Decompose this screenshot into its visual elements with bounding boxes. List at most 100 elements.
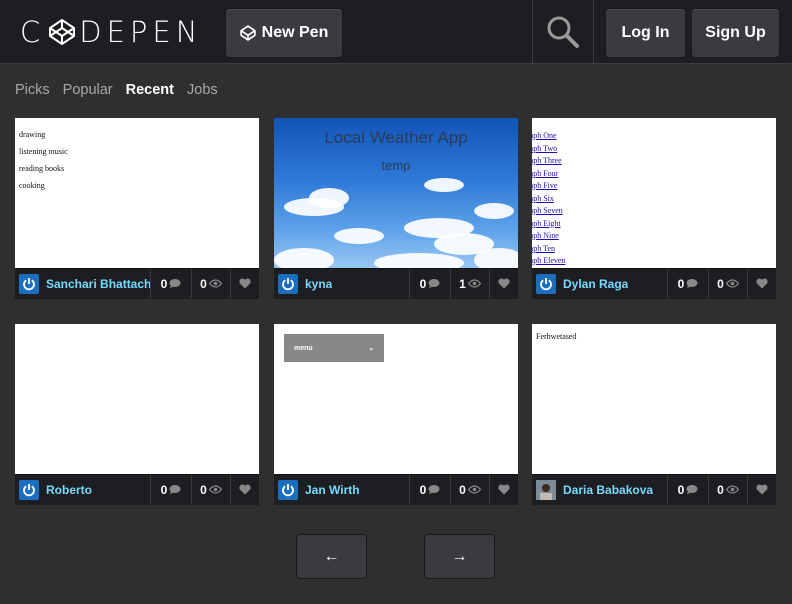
comments-count[interactable]: 0 bbox=[150, 475, 191, 504]
heart-button[interactable] bbox=[489, 269, 518, 298]
cloud-shape bbox=[274, 248, 334, 268]
pen-preview[interactable]: menu ⌄ bbox=[274, 324, 518, 474]
views-count: 0 bbox=[191, 475, 230, 504]
eye-icon bbox=[467, 485, 481, 494]
pen-author[interactable]: Jan Wirth bbox=[274, 475, 409, 504]
tab-picks[interactable]: Picks bbox=[15, 82, 50, 98]
views-value: 0 bbox=[200, 482, 207, 497]
views-value: 0 bbox=[717, 276, 724, 291]
heart-icon bbox=[756, 484, 768, 495]
pen-preview[interactable]: raph One raph Two raph Three raph Four r… bbox=[532, 118, 776, 268]
views-count: 0 bbox=[708, 475, 747, 504]
pen-filter-tabs: Picks Popular Recent Jobs bbox=[15, 82, 231, 98]
heart-button[interactable] bbox=[230, 475, 259, 504]
views-value: 0 bbox=[717, 482, 724, 497]
eye-icon bbox=[725, 279, 739, 288]
preview-link[interactable]: raph Ten bbox=[532, 243, 776, 256]
comments-count[interactable]: 0 bbox=[150, 269, 191, 298]
author-name: Sanchari Bhattacharya bbox=[46, 276, 150, 291]
heart-button[interactable] bbox=[489, 475, 518, 504]
views-value: 0 bbox=[459, 482, 466, 497]
preview-link[interactable]: raph Eleven bbox=[532, 255, 776, 268]
eye-icon bbox=[208, 279, 222, 288]
preview-link[interactable]: raph Eight bbox=[532, 218, 776, 231]
new-pen-button[interactable]: New Pen bbox=[225, 8, 343, 58]
pen-preview[interactable] bbox=[15, 324, 259, 474]
tab-recent[interactable]: Recent bbox=[126, 82, 174, 98]
heart-button[interactable] bbox=[747, 269, 776, 298]
pen-meta: kyna 0 1 bbox=[274, 268, 518, 298]
search-icon bbox=[547, 16, 579, 48]
tab-popular[interactable]: Popular bbox=[63, 82, 113, 98]
power-icon bbox=[540, 277, 552, 290]
heart-icon bbox=[756, 278, 768, 289]
preview-list: drawing listening music reading books co… bbox=[15, 118, 259, 202]
comments-value: 0 bbox=[419, 276, 427, 291]
preview-text: Ferhwetased bbox=[536, 332, 577, 341]
comments-value: 0 bbox=[677, 276, 685, 291]
preview-link[interactable]: raph Three bbox=[532, 155, 776, 168]
arrow-right-icon: → bbox=[451, 547, 468, 565]
prev-page-button[interactable]: ← bbox=[296, 534, 367, 579]
avatar bbox=[19, 479, 39, 500]
pen-meta: Roberto 0 0 bbox=[15, 474, 259, 504]
power-icon bbox=[23, 277, 35, 290]
search-button[interactable] bbox=[532, 0, 594, 64]
preview-link[interactable]: raph Nine bbox=[532, 230, 776, 243]
pen-card: raph One raph Two raph Three raph Four r… bbox=[532, 118, 776, 299]
views-count: 1 bbox=[450, 269, 489, 298]
codepen-box-icon bbox=[239, 25, 256, 41]
new-pen-label: New Pen bbox=[261, 24, 329, 41]
preview-link[interactable]: raph One bbox=[532, 130, 776, 143]
heart-button[interactable] bbox=[747, 475, 776, 504]
tab-jobs[interactable]: Jobs bbox=[187, 82, 218, 98]
pen-preview[interactable]: Local Weather App temp bbox=[274, 118, 518, 268]
weather-title: Local Weather App bbox=[324, 128, 468, 147]
comments-count[interactable]: 0 bbox=[409, 269, 450, 298]
heart-button[interactable] bbox=[230, 269, 259, 298]
weather-temp: temp bbox=[381, 158, 411, 173]
views-count: 0 bbox=[450, 475, 489, 504]
next-page-button[interactable]: → bbox=[424, 534, 495, 579]
pen-preview[interactable]: drawing listening music reading books co… bbox=[15, 118, 259, 268]
login-button[interactable]: Log In bbox=[605, 8, 686, 58]
comments-count[interactable]: 0 bbox=[667, 475, 708, 504]
logo-letters-depen: DEPEN bbox=[79, 15, 203, 49]
comments-count[interactable]: 0 bbox=[409, 475, 450, 504]
avatar bbox=[536, 273, 556, 294]
pen-meta: Dylan Raga 0 0 bbox=[532, 268, 776, 298]
pen-meta: Sanchari Bhattacharya 0 0 bbox=[15, 268, 259, 298]
signup-button[interactable]: Sign Up bbox=[691, 8, 780, 58]
preview-link[interactable]: raph Five bbox=[532, 180, 776, 193]
power-icon bbox=[282, 277, 294, 290]
avatar bbox=[278, 273, 298, 294]
comments-value: 0 bbox=[160, 482, 168, 497]
author-name: Roberto bbox=[46, 482, 92, 497]
preview-link[interactable]: raph Two bbox=[532, 143, 776, 156]
pen-author[interactable]: Sanchari Bhattacharya bbox=[15, 269, 150, 298]
user-photo-icon bbox=[536, 479, 556, 500]
preview-link[interactable]: raph Seven bbox=[532, 205, 776, 218]
pen-author[interactable]: Daria Babakova bbox=[532, 475, 667, 504]
cloud-shape bbox=[474, 248, 518, 268]
pen-author[interactable]: kyna bbox=[274, 269, 409, 298]
menu-label: menu bbox=[294, 344, 313, 352]
heart-icon bbox=[498, 484, 510, 495]
codepen-logo[interactable]: C DEPEN bbox=[20, 15, 203, 49]
comment-icon bbox=[428, 485, 440, 495]
pen-card: drawing listening music reading books co… bbox=[15, 118, 259, 299]
comments-value: 0 bbox=[160, 276, 168, 291]
comments-count[interactable]: 0 bbox=[667, 269, 708, 298]
preview-menu-dropdown[interactable]: menu ⌄ bbox=[284, 334, 384, 362]
pen-author[interactable]: Roberto bbox=[15, 475, 150, 504]
comments-value: 0 bbox=[677, 482, 685, 497]
pen-preview[interactable]: Ferhwetased bbox=[532, 324, 776, 474]
pen-author[interactable]: Dylan Raga bbox=[532, 269, 667, 298]
preview-line: reading books bbox=[19, 164, 65, 173]
avatar bbox=[19, 273, 39, 294]
codepen-logo-icon bbox=[49, 19, 76, 45]
preview-link[interactable]: raph Four bbox=[532, 168, 776, 181]
avatar bbox=[536, 479, 556, 500]
preview-link[interactable]: raph Six bbox=[532, 193, 776, 206]
logo-letter-c: C bbox=[20, 15, 46, 49]
